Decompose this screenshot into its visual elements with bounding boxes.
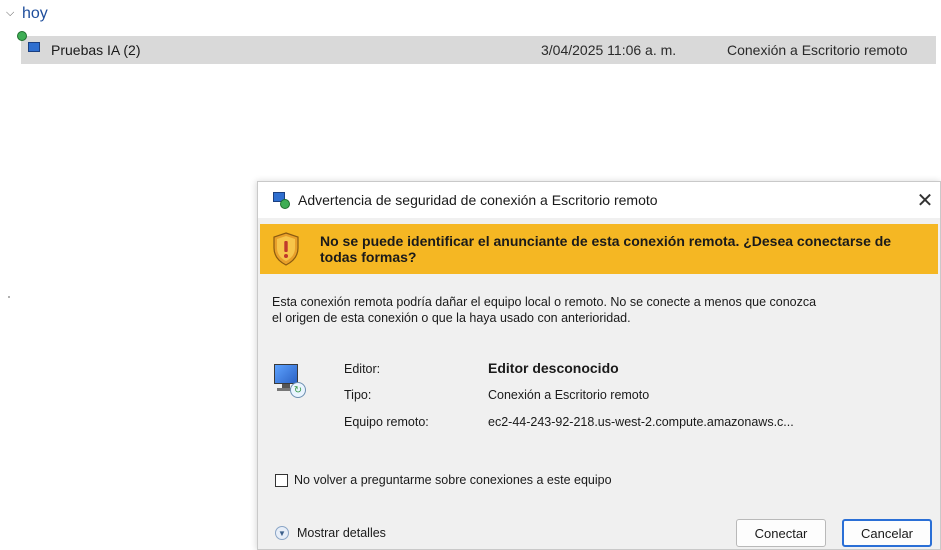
warning-message: No se puede identificar el anunciante de… <box>320 233 892 265</box>
expand-details-icon: ▼ <box>275 526 289 540</box>
remote-desktop-icon: ↻ <box>272 364 310 398</box>
chevron-down-icon: ⌵ <box>6 6 15 19</box>
dont-ask-again-label: No volver a preguntarme sobre conexiones… <box>294 473 612 487</box>
shield-warning-icon <box>273 232 299 266</box>
remote-computer-label: Equipo remoto: <box>344 415 429 429</box>
group-header-label: hoy <box>22 5 48 22</box>
remote-desktop-icon <box>17 31 45 59</box>
description-line-2: el origen de esta conexión o que la haya… <box>272 311 631 325</box>
remote-desktop-icon <box>272 191 290 209</box>
show-details-label: Mostrar detalles <box>297 526 386 540</box>
file-type: Conexión a Escritorio remoto <box>727 42 908 58</box>
file-name: Pruebas IA (2) <box>51 42 141 58</box>
editor-label: Editor: <box>344 362 381 376</box>
dialog-titlebar[interactable]: Advertencia de seguridad de conexión a E… <box>258 182 940 218</box>
stray-dot <box>8 296 10 298</box>
group-header-hoy[interactable]: ⌵ hoy <box>6 2 48 26</box>
warning-banner: No se puede identificar el anunciante de… <box>260 224 938 274</box>
file-date: 3/04/2025 11:06 a. m. <box>541 42 677 58</box>
close-button[interactable]: ✕ <box>910 182 940 218</box>
description-line-1: Esta conexión remota podría dañar el equ… <box>272 295 817 309</box>
show-details-toggle[interactable]: ▼ Mostrar detalles <box>275 526 386 540</box>
dont-ask-again-checkbox[interactable] <box>275 473 288 487</box>
dont-ask-again-row[interactable]: No volver a preguntarme sobre conexiones… <box>275 473 612 487</box>
cancel-button[interactable]: Cancelar <box>842 519 932 547</box>
connect-button[interactable]: Conectar <box>736 519 826 547</box>
editor-value: Editor desconocido <box>488 360 619 376</box>
description: Esta conexión remota podría dañar el equ… <box>272 294 912 326</box>
file-row[interactable]: Pruebas IA (2) 3/04/2025 11:06 a. m. Con… <box>17 31 936 64</box>
dialog-title: Advertencia de seguridad de conexión a E… <box>298 192 658 208</box>
security-warning-dialog: Advertencia de seguridad de conexión a E… <box>257 181 941 550</box>
close-icon: ✕ <box>916 189 934 212</box>
remote-computer-value: ec2-44-243-92-218.us-west-2.compute.amaz… <box>488 415 794 429</box>
type-label: Tipo: <box>344 388 372 402</box>
type-value: Conexión a Escritorio remoto <box>488 388 650 402</box>
